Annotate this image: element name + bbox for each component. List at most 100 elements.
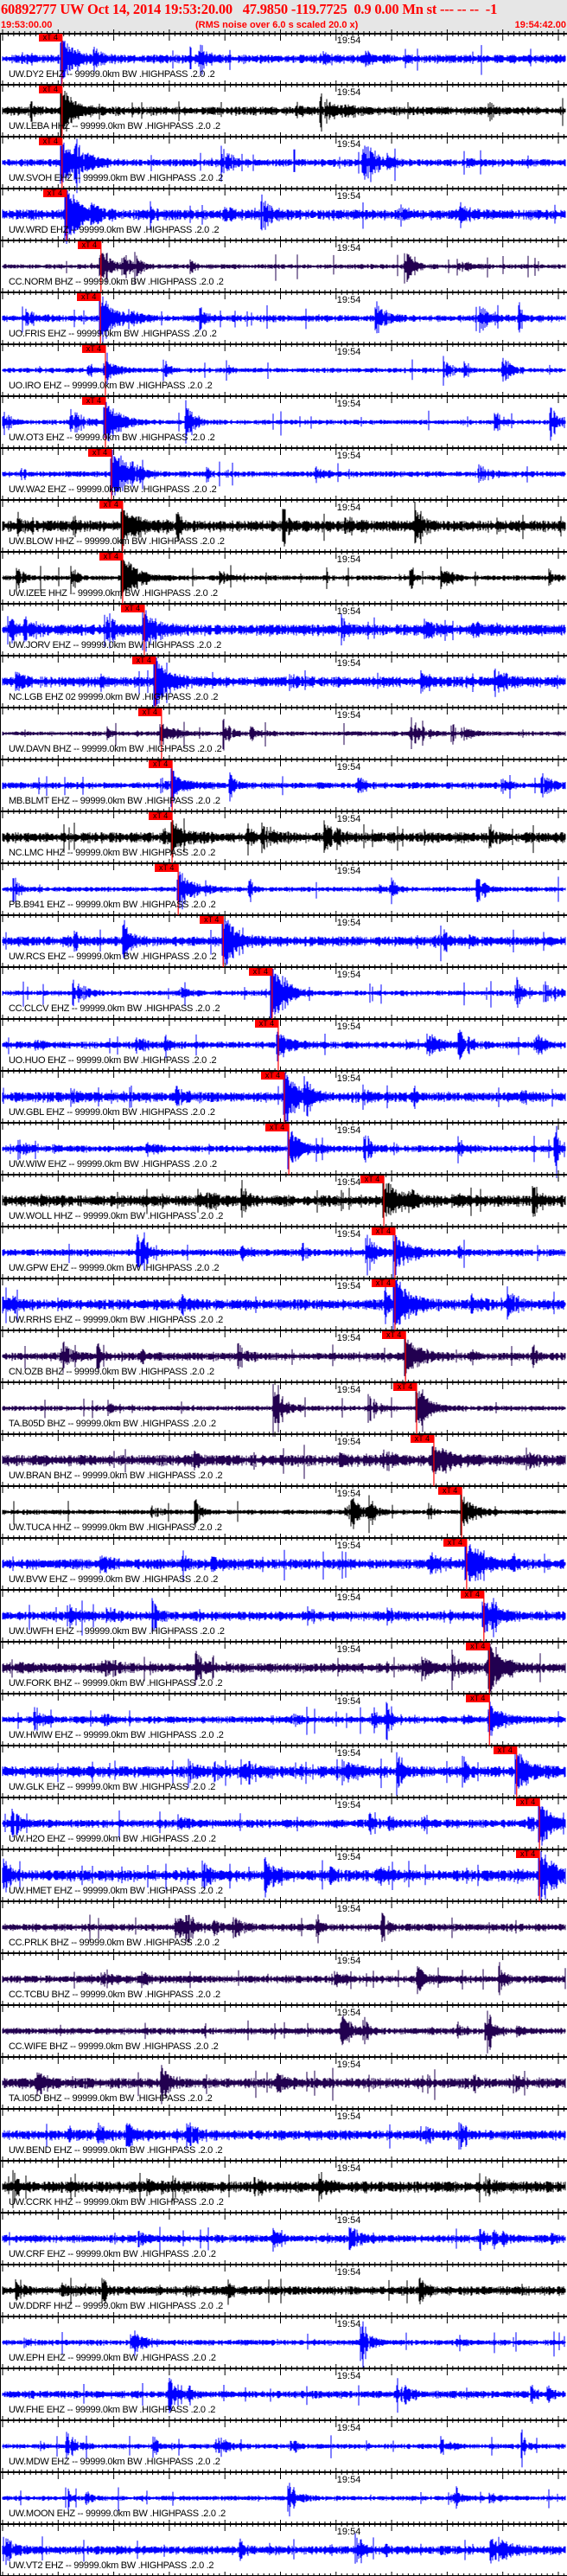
station-label: UW.WRD EHZ -- 99999.0km BW .HIGHPASS .2.… — [9, 225, 220, 235]
event-title: 60892777 UW Oct 14, 2014 19:53:20.00 47.… — [1, 1, 498, 17]
time-marker-label: 19:54 — [336, 606, 361, 617]
station-label: CC.TCBU BHZ -- 99999.0km BW .HIGHPASS .2… — [9, 1990, 220, 2000]
event-header: 60892777 UW Oct 14, 2014 19:53:20.00 47.… — [0, 0, 567, 33]
time-marker-label: 19:54 — [336, 1592, 361, 1603]
station-label: UW.HMET EHZ -- 99999.0km BW .HIGHPASS .2… — [9, 1886, 223, 1896]
phase-pick-flag[interactable]: xT 4 — [155, 864, 179, 872]
time-marker-label: 19:54 — [336, 710, 361, 721]
trace-row: 19:54 xT 4 NC.LMC HHZ -- 99999.0km BW .HIG… — [0, 811, 567, 870]
phase-pick-flag[interactable]: xT 4 — [393, 1383, 417, 1391]
station-label: UW.CCRK HHZ -- 99999.0km BW .HIGHPASS .2… — [9, 2197, 224, 2208]
time-marker-label: 19:54 — [336, 1229, 361, 1240]
station-label: UW.GPW EHZ -- 99999.0km BW .HIGHPASS .2.… — [9, 1263, 220, 1273]
time-marker-label: 19:54 — [336, 1489, 361, 1499]
phase-pick-flag[interactable]: xT 4 — [99, 501, 123, 509]
phase-pick-flag[interactable]: xT 4 — [360, 1176, 385, 1183]
trace-row: 19:54 xT 4 UW.FORK BHZ -- 99999.0km BW .HI… — [0, 1642, 567, 1701]
station-label: PB.B941 EHZ -- 99999.0km BW .HIGHPASS .2… — [9, 900, 216, 910]
phase-pick-flag[interactable]: xT 4 — [88, 449, 112, 457]
time-marker-label: 19:54 — [336, 347, 361, 357]
phase-pick-flag[interactable]: xT 4 — [77, 293, 101, 301]
station-label: NC.LMC HHZ -- 99999.0km BW .HIGHPASS .2.… — [9, 848, 216, 858]
time-marker-label: 19:54 — [336, 1852, 361, 1862]
phase-pick-flag[interactable]: xT 4 — [466, 1695, 490, 1702]
time-marker-label: 19:54 — [336, 1022, 361, 1032]
time-marker-label: 19:54 — [336, 451, 361, 461]
time-marker-label: 19:54 — [336, 970, 361, 980]
phase-pick-flag[interactable]: xT 4 — [371, 1227, 395, 1235]
station-label: UW.OT3 EHZ -- 99999.0km BW .HIGHPASS .2.… — [9, 433, 215, 443]
phase-pick-flag[interactable]: xT 4 — [493, 1746, 517, 1754]
phase-pick-flag[interactable]: xT 4 — [410, 1435, 434, 1443]
trace-row: 19:54 xT 4 UW.BRAN BHZ -- 99999.0km BW .HI… — [0, 1434, 567, 1493]
station-label: UW.HWIW EHZ -- 99999.0km BW .HIGHPASS .2… — [9, 1730, 224, 1740]
phase-pick-flag[interactable]: xT 4 — [149, 812, 173, 820]
trace-row: 19:54 xT 4 PB.B941 EHZ -- 99999.0km BW .HI… — [0, 863, 567, 922]
phase-pick-flag[interactable]: xT 4 — [38, 86, 62, 93]
phase-pick-flag[interactable]: xT 4 — [200, 916, 224, 924]
phase-pick-flag[interactable]: xT 4 — [81, 345, 105, 353]
station-label: CC.PRLK BHZ -- 99999.0km BW .HIGHPASS .2… — [9, 1938, 220, 1948]
phase-pick-flag[interactable]: xT 4 — [77, 241, 101, 249]
phase-pick-flag[interactable]: xT 4 — [38, 34, 62, 42]
time-marker-label: 19:54 — [336, 658, 361, 669]
station-label: UO.HUO EHZ -- 99999.0km BW .HIGHPASS .2.… — [9, 1055, 217, 1066]
station-label: UW.BLOW HHZ -- 99999.0km BW .HIGHPASS .2… — [9, 536, 225, 547]
time-marker-label: 19:54 — [336, 814, 361, 824]
station-label: TA.I05D BHZ -- 99999.0km BW .HIGHPASS .2… — [9, 2093, 213, 2104]
station-label: UW.H2O EHZ -- 99999.0km BW .HIGHPASS .2.… — [9, 1834, 216, 1844]
time-marker-label: 19:54 — [336, 1956, 361, 1966]
phase-pick-flag[interactable]: xT 4 — [371, 1279, 395, 1287]
phase-pick-flag[interactable]: xT 4 — [466, 1643, 490, 1650]
time-marker-label: 19:54 — [336, 866, 361, 876]
station-label: UW.SVOH EHZ -- 99999.0km BW .HIGHPASS .2… — [9, 173, 223, 183]
station-label: UW.FORK BHZ -- 99999.0km BW .HIGHPASS .2… — [9, 1678, 223, 1688]
phase-pick-flag[interactable]: xT 4 — [261, 1072, 284, 1080]
phase-pick-flag[interactable]: xT 4 — [120, 605, 144, 612]
phase-pick-flag[interactable]: xT 4 — [81, 397, 105, 405]
trace-row: 19:54 xT 4 UW.OT3 EHZ -- 99999.0km BW .HIG… — [0, 396, 567, 455]
waveform — [2, 969, 566, 1024]
phase-pick-flag[interactable]: xT 4 — [254, 1020, 278, 1028]
trace-row: 19:54 CC.PRLK BHZ -- 99999.0km BW .HIGHPA… — [0, 1901, 567, 1960]
trace-row: 19:54 xT 4 UW.WIW EHZ -- 99999.0km BW .HIG… — [0, 1123, 567, 1182]
phase-pick-flag[interactable]: xT 4 — [443, 1539, 467, 1547]
time-marker-label: 19:54 — [336, 191, 361, 202]
time-marker-label: 19:54 — [336, 1541, 361, 1551]
time-marker-label: 19:54 — [336, 762, 361, 772]
phase-pick-flag[interactable]: xT 4 — [38, 138, 62, 145]
phase-pick-flag[interactable]: xT 4 — [516, 1798, 540, 1806]
waveform — [2, 87, 566, 141]
waveform — [2, 657, 566, 712]
phase-pick-flag[interactable]: xT 4 — [438, 1487, 462, 1495]
time-marker-label: 19:54 — [336, 295, 361, 305]
station-label: UW.UWFH EHZ -- 99999.0km BW .HIGHPASS .2… — [9, 1626, 225, 1637]
trace-row: 19:54 xT 4 MB.BLMT EHZ -- 99999.0km BW .HI… — [0, 759, 567, 818]
phase-pick-flag[interactable]: xT 4 — [137, 708, 162, 716]
time-marker-label: 19:54 — [336, 2060, 361, 2070]
phase-pick-flag[interactable]: xT 4 — [265, 1124, 290, 1131]
phase-pick-flag[interactable]: xT 4 — [131, 657, 156, 664]
time-marker-label: 19:54 — [336, 399, 361, 409]
phase-pick-flag[interactable]: xT 4 — [149, 760, 173, 768]
station-label: UW.CRF EHZ -- 99999.0km BW .HIGHPASS .2.… — [9, 2249, 216, 2259]
trace-row: 19:54 xT 4 CC.CLCV EHZ -- 99999.0km BW .HI… — [0, 967, 567, 1026]
phase-pick-flag[interactable]: xT 4 — [42, 189, 67, 197]
phase-pick-flag[interactable]: xT 4 — [382, 1331, 406, 1339]
trace-row: 19:54 xT 4 UW.BLOW HHZ -- 99999.0km BW .HI… — [0, 500, 567, 559]
time-marker-label: 19:54 — [336, 2215, 361, 2226]
station-label: CC.CLCV EHZ -- 99999.0km BW .HIGHPASS .2… — [9, 1003, 220, 1014]
time-marker-label: 19:54 — [336, 2008, 361, 2018]
time-marker-label: 19:54 — [336, 139, 361, 150]
trace-row: 19:54 xT 4 UW.BVW EHZ -- 99999.0km BW .HIG… — [0, 1538, 567, 1597]
phase-pick-flag[interactable]: xT 4 — [248, 968, 272, 976]
station-label: UW.BVW EHZ -- 99999.0km BW .HIGHPASS .2.… — [9, 1574, 219, 1585]
trace-row: 19:54 xT 4 UW.JORV EHZ -- 99999.0km BW .HI… — [0, 604, 567, 663]
phase-pick-flag[interactable]: xT 4 — [516, 1850, 540, 1858]
station-label: UW.WIW EHZ -- 99999.0km BW .HIGHPASS .2.… — [9, 1159, 217, 1169]
trace-row: 19:54 xT 4 UW.GBL EHZ -- 99999.0km BW .HIG… — [0, 1071, 567, 1130]
phase-pick-flag[interactable]: xT 4 — [460, 1591, 484, 1599]
phase-pick-flag[interactable]: xT 4 — [99, 553, 123, 561]
time-marker-label: 19:54 — [336, 2111, 361, 2122]
trace-row: 19:54 xT 4 UW.UWFH EHZ -- 99999.0km BW .HI… — [0, 1590, 567, 1649]
